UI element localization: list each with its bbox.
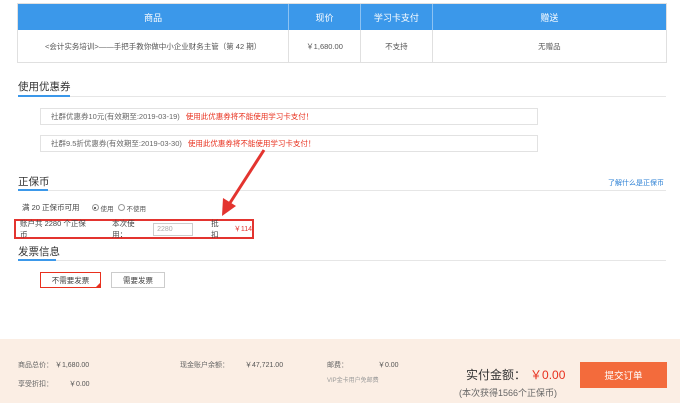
postage-label: 邮费： [327,362,348,369]
postage: 邮费： ￥0.00 [327,360,399,370]
no-invoice-button[interactable]: 不需要发票 [40,272,101,288]
cash-balance: 现金账户余额： ￥47,721.00 [180,360,283,370]
order-footer [0,339,680,403]
pay-total: 实付金额： ￥0.00 [466,366,565,383]
vip-note: VIP金卡用户免邮费 [327,378,379,384]
discount-value: ￥0.00 [68,381,90,388]
submit-order-button[interactable]: 提交订单 [580,362,667,388]
balance-label: 现金账户余额： [180,362,229,369]
pay-amount: ￥0.00 [530,368,566,382]
invoice-section-title: 发票信息 [18,246,60,258]
total-label: 商品总价： [18,362,53,369]
need-invoice-button[interactable]: 需要发票 [111,272,165,288]
discount: 享受折扣： ￥0.00 [18,379,90,389]
total-price: 商品总价： ￥1,680.00 [18,360,89,370]
invoice-divider [18,259,666,261]
balance-value: ￥47,721.00 [244,362,284,369]
coin-reward-note: (本次获得1566个正保币) [459,388,558,398]
total-value: ￥1,680.00 [54,362,90,369]
postage-value: ￥0.00 [377,362,399,369]
pay-label: 实付金额： [466,368,527,382]
discount-label: 享受折扣： [18,381,53,388]
